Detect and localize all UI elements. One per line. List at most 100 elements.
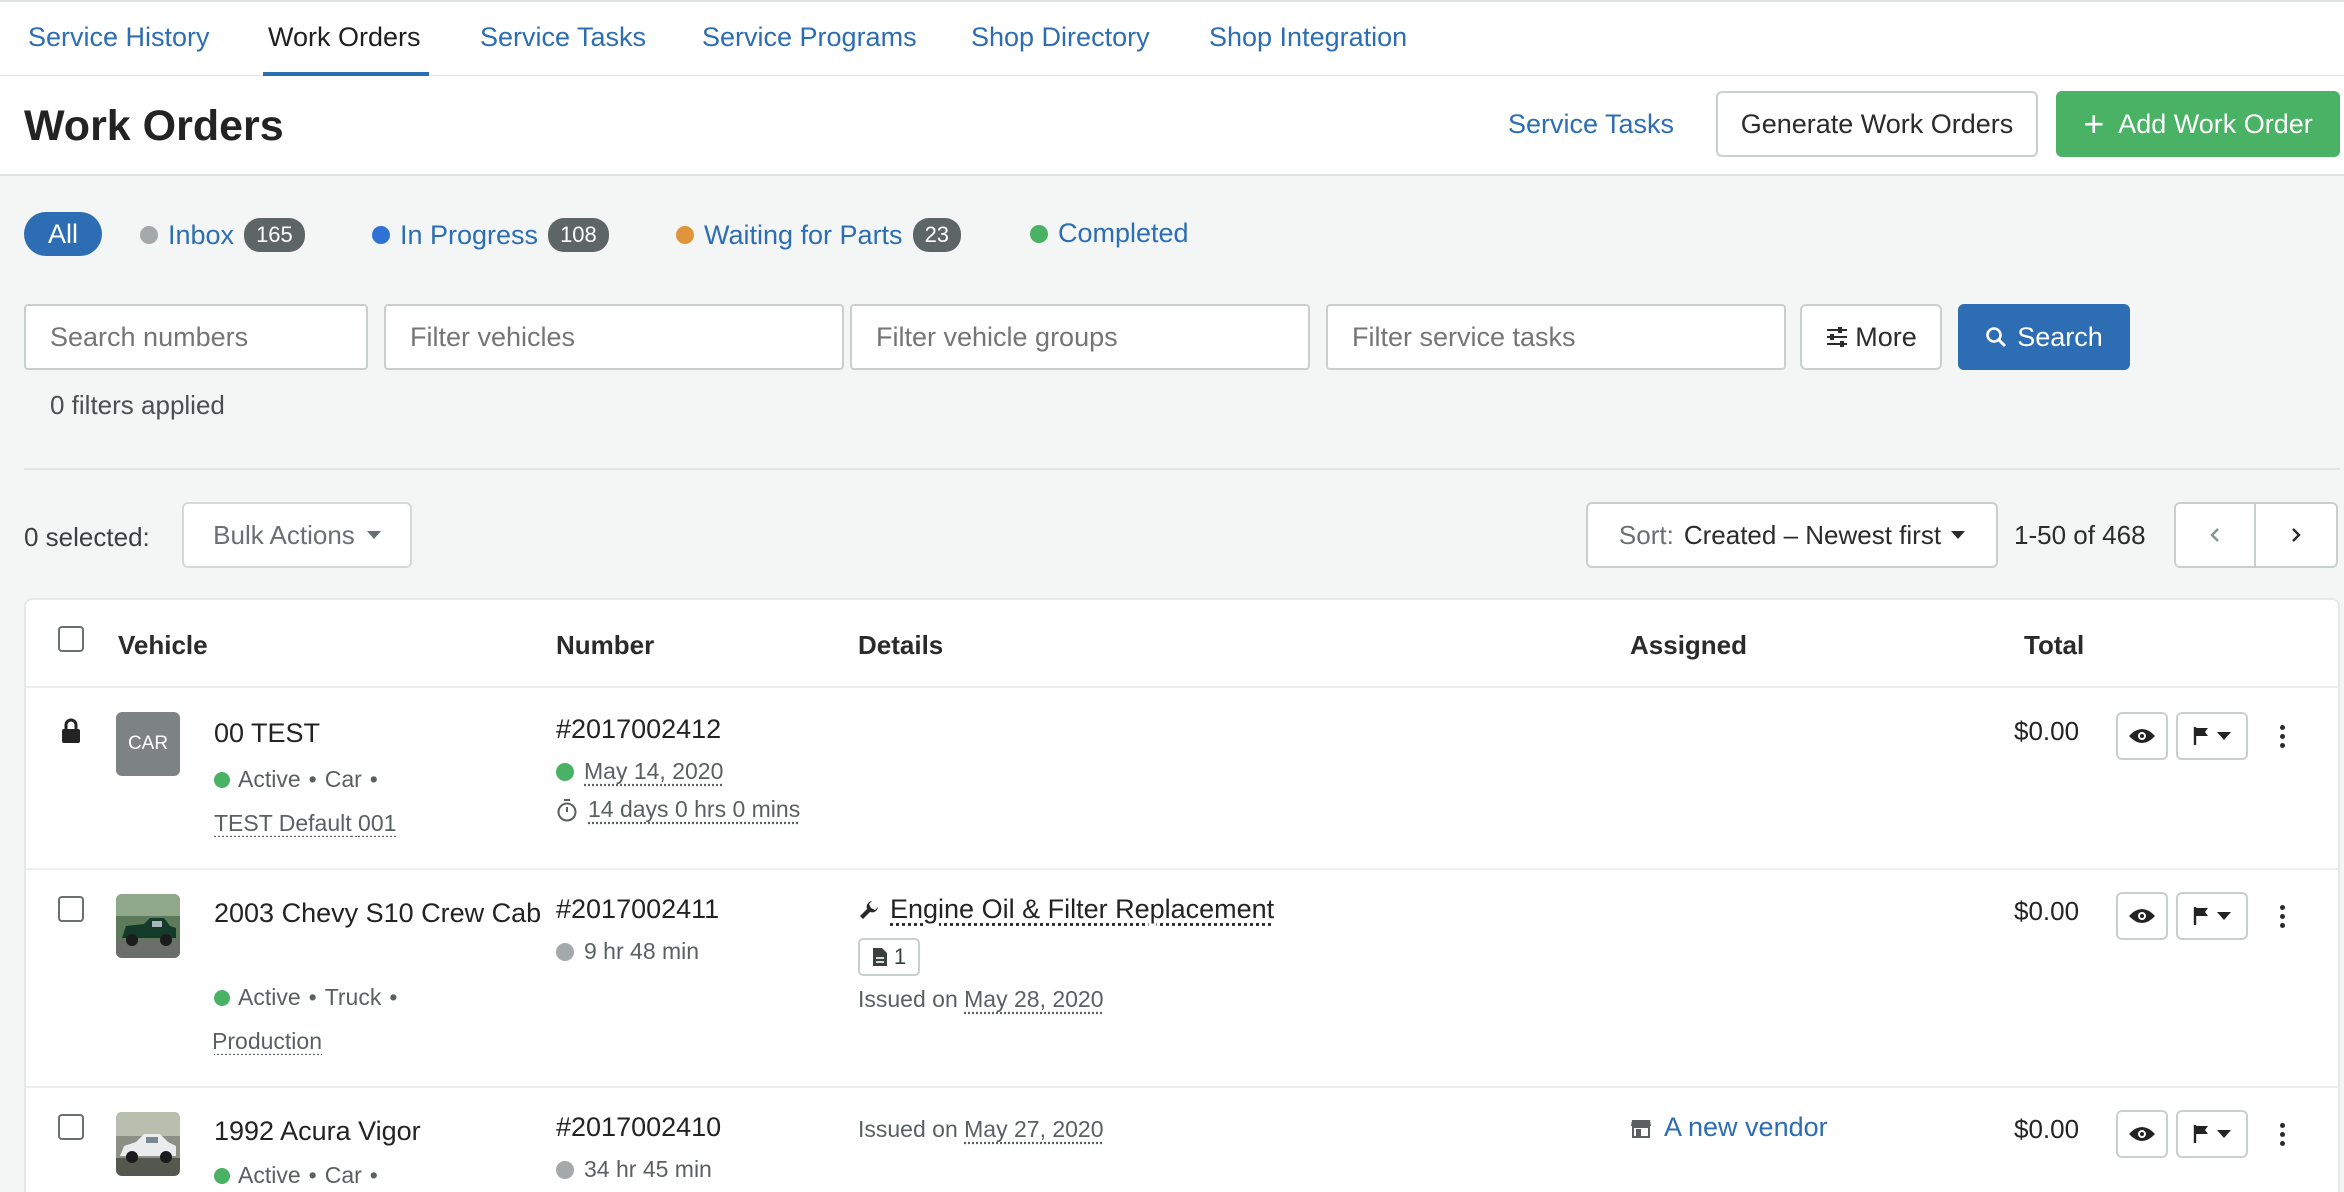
flag-icon: [2193, 1125, 2208, 1143]
view-button[interactable]: [2116, 712, 2168, 760]
issued-date: Issued on May 28, 2020: [858, 986, 1104, 1013]
row-divider: [26, 868, 2338, 870]
row-checkbox[interactable]: [58, 896, 84, 922]
filter-vehicle-groups-input[interactable]: [850, 304, 1310, 370]
vehicle-photo[interactable]: [116, 894, 180, 958]
flag-button[interactable]: [2176, 712, 2248, 760]
status-filter-waiting-for-parts[interactable]: Waiting for Parts 23: [676, 218, 962, 252]
generate-work-orders-button[interactable]: Generate Work Orders: [1716, 91, 2038, 157]
row-divider: [26, 686, 2338, 688]
work-order-number-link[interactable]: #2017002410: [556, 1112, 721, 1143]
status-dot: [556, 1160, 574, 1179]
next-page-button[interactable]: [2256, 502, 2338, 568]
vehicle-group-link[interactable]: 001 TEST Default: [214, 810, 414, 837]
service-task-name: Engine Oil & Filter Replacement: [890, 894, 1275, 924]
view-button[interactable]: [2116, 1110, 2168, 1158]
separator: •: [308, 984, 317, 1010]
flag-icon: [2193, 727, 2208, 745]
issued-date: Issued on May 27, 2020: [858, 1116, 1104, 1143]
more-label: More: [1855, 321, 1917, 352]
sort-value: Created – Newest first: [1683, 519, 1942, 550]
vehicle-thumbnail[interactable]: CAR: [116, 712, 180, 776]
column-header-details[interactable]: Details: [858, 630, 943, 661]
vehicle-photo[interactable]: [116, 1112, 180, 1176]
filters-applied-text: 0 filters applied: [50, 390, 225, 420]
tab-work-orders[interactable]: Work Orders: [268, 22, 421, 53]
vehicle-meta: Active • Car •: [214, 1162, 378, 1189]
service-task-link[interactable]: Engine Oil & Filter Replacement: [858, 894, 1274, 925]
row-checkbox[interactable]: [58, 1114, 84, 1140]
caret-down-icon: [2217, 912, 2231, 920]
kebab-icon[interactable]: [2272, 712, 2292, 760]
work-order-number-link[interactable]: #2017002412: [556, 714, 721, 745]
vehicle-type: Car: [324, 766, 362, 792]
tab-service-history[interactable]: Service History: [28, 22, 210, 53]
tab-service-tasks[interactable]: Service Tasks: [480, 22, 646, 53]
vehicle-group-link[interactable]: Production: [214, 1028, 322, 1055]
wrench-icon: [860, 900, 878, 919]
search-numbers-input[interactable]: [24, 304, 368, 370]
work-order-duration: 14 days 0 hrs 0 mins: [556, 796, 800, 823]
count-badge: 23: [912, 218, 962, 252]
status-filter-completed[interactable]: Completed: [1030, 218, 1189, 249]
vehicle-name-link[interactable]: 00 TEST: [214, 714, 544, 752]
status-dot: [556, 942, 574, 961]
status-filter-all-label: All: [47, 218, 78, 249]
add-work-order-button[interactable]: + Add Work Order: [2056, 91, 2340, 157]
vehicle-name-link[interactable]: 1992 Acura Vigor: [214, 1112, 544, 1150]
vehicle-name-link[interactable]: 2003 Chevy S10 Crew Cab: [214, 894, 544, 932]
timer-icon: [557, 798, 577, 821]
flag-button[interactable]: [2176, 892, 2248, 940]
status-dot: [214, 989, 230, 1006]
store-icon: [1631, 1119, 1651, 1138]
status-filter-in-progress[interactable]: In Progress 108: [372, 218, 609, 252]
column-header-total[interactable]: Total: [2024, 630, 2084, 661]
column-header-assigned[interactable]: Assigned: [1630, 630, 1747, 661]
flag-icon: [2193, 907, 2208, 925]
lock-icon: [62, 718, 80, 743]
select-all-checkbox[interactable]: [58, 626, 84, 652]
search-button[interactable]: Search: [1958, 304, 2130, 370]
separator: •: [308, 766, 317, 792]
search-label: Search: [2017, 321, 2103, 352]
work-order-number-link[interactable]: #2017002411: [556, 894, 719, 925]
row-divider: [26, 1086, 2338, 1088]
eye-icon: [2129, 1127, 2155, 1141]
column-header-number[interactable]: Number: [556, 630, 654, 661]
previous-page-button[interactable]: [2174, 502, 2256, 568]
status-filter-inbox[interactable]: Inbox 165: [140, 218, 305, 252]
chevron-right-icon: [2292, 528, 2301, 542]
view-button[interactable]: [2116, 892, 2168, 940]
filter-service-tasks-input[interactable]: [1326, 304, 1786, 370]
kebab-icon[interactable]: [2272, 892, 2292, 940]
status-filter-all[interactable]: All: [24, 212, 102, 256]
count-badge: 165: [244, 218, 305, 252]
total-amount: $0.00: [2014, 716, 2080, 746]
tab-shop-directory[interactable]: Shop Directory: [971, 22, 1150, 53]
divider: [24, 468, 2340, 470]
status-dot: [556, 762, 574, 781]
total-amount: $0.00: [2014, 896, 2080, 926]
work-order-elapsed: 34 hr 45 min: [556, 1156, 712, 1183]
caret-down-icon: [1951, 531, 1966, 539]
vehicle-type-badge: CAR: [127, 733, 169, 754]
assigned-vendor-link[interactable]: A new vendor: [1630, 1112, 1828, 1143]
kebab-icon[interactable]: [2272, 1110, 2292, 1158]
tab-service-programs[interactable]: Service Programs: [702, 22, 917, 53]
duration-text: 14 days 0 hrs 0 mins: [588, 796, 801, 822]
document-count-badge[interactable]: 1: [858, 938, 920, 976]
bulk-actions-label: Bulk Actions: [213, 519, 355, 550]
flag-button[interactable]: [2176, 1110, 2248, 1158]
vehicle-meta: Active • Car •: [214, 766, 378, 793]
issued-prefix: Issued on: [858, 986, 958, 1012]
generate-work-orders-label: Generate Work Orders: [1740, 108, 2014, 139]
bulk-actions-button[interactable]: Bulk Actions: [182, 502, 412, 568]
column-header-vehicle[interactable]: Vehicle: [118, 630, 208, 661]
filter-vehicles-input[interactable]: [384, 304, 844, 370]
add-work-order-label: Add Work Order: [2118, 108, 2313, 139]
tab-shop-integration[interactable]: Shop Integration: [1209, 22, 1407, 53]
caret-down-icon: [2217, 732, 2231, 740]
sort-dropdown[interactable]: Sort: Created – Newest first: [1586, 502, 1998, 568]
more-filters-button[interactable]: More: [1800, 304, 1942, 370]
service-tasks-link[interactable]: Service Tasks: [1508, 109, 1674, 140]
